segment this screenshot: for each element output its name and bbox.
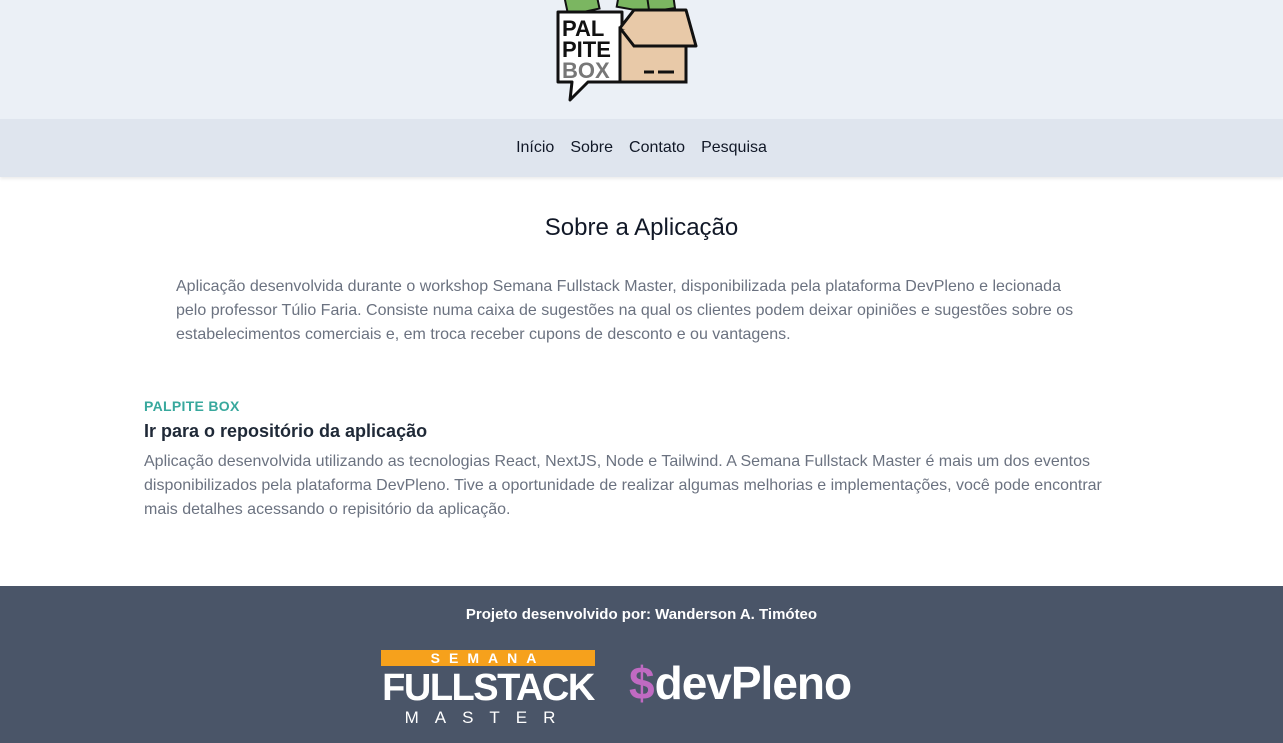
footer: Projeto desenvolvido por: Wanderson A. T…	[0, 586, 1283, 743]
description-paragraph: Aplicação desenvolvida utilizando as tec…	[144, 453, 1102, 518]
nav-item-pesquisa[interactable]: Pesquisa	[701, 139, 767, 157]
main-nav: Início Sobre Contato Pesquisa	[0, 119, 1283, 177]
palpite-box-logo[interactable]: PAL PITE BOX	[548, 0, 700, 104]
intro-paragraph: Aplicação desenvolvida durante o worksho…	[176, 278, 1074, 343]
header-top: PAL PITE BOX	[0, 0, 1283, 119]
sfm-master-text: MASTER	[404, 708, 572, 727]
project-eyebrow: PALPITE BOX	[144, 398, 240, 414]
nav-item-contato[interactable]: Contato	[629, 139, 685, 157]
devpleno-logo[interactable]: $devPleno	[629, 657, 853, 709]
sfm-fullstack-text: FULLSTACK	[382, 667, 595, 709]
repository-link[interactable]: Ir para o repositório da aplicação	[144, 421, 427, 442]
nav-item-inicio[interactable]: Início	[516, 139, 554, 157]
box-icon	[618, 8, 698, 84]
developer-credit: Projeto desenvolvido por: Wanderson A. T…	[465, 606, 818, 623]
main-content: Sobre a Aplicação Aplicação desenvolvida…	[0, 177, 1283, 586]
nav-item-sobre[interactable]: Sobre	[570, 139, 613, 157]
semana-fullstack-master-logo[interactable]: SEMANA FULLSTACK MASTER	[381, 650, 595, 727]
devpleno-dollar-icon: $	[629, 657, 655, 709]
devpleno-wordmark: devPleno	[654, 657, 853, 709]
logo-text-box: BOX	[562, 58, 610, 83]
page-title: Sobre a Aplicação	[544, 214, 739, 241]
sfm-semana-text: SEMANA	[430, 650, 546, 666]
